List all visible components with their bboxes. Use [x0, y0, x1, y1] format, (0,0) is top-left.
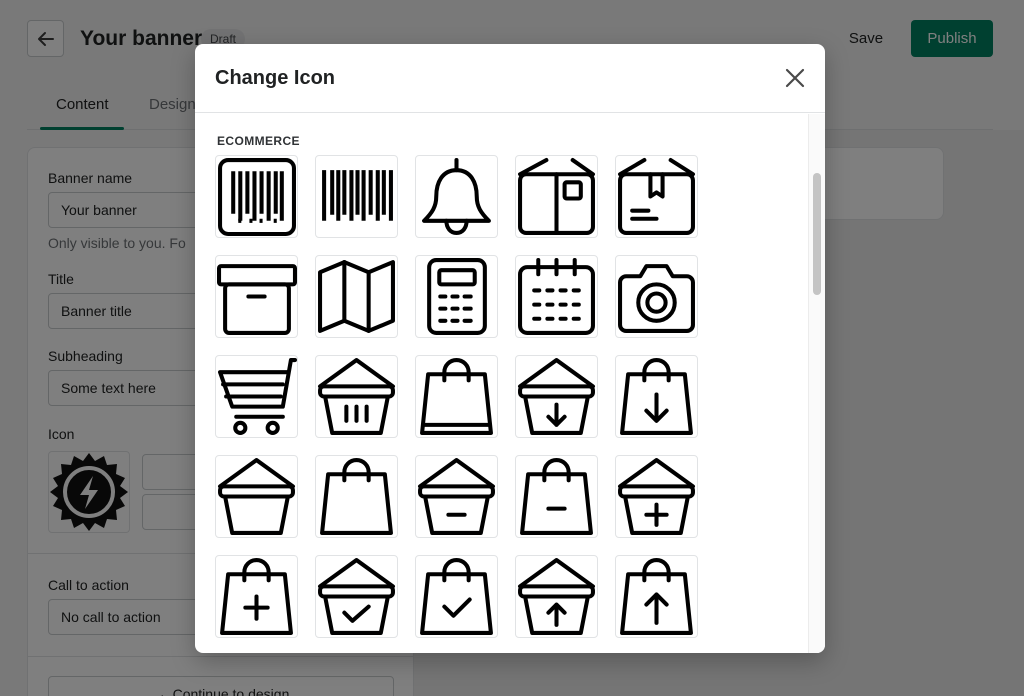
icon-option[interactable]: [415, 455, 498, 538]
bag-icon: [320, 458, 393, 535]
icon-option[interactable]: [415, 555, 498, 638]
bell-icon: [422, 158, 491, 235]
basket-minus-icon: [418, 458, 495, 535]
icon-option[interactable]: [615, 255, 698, 338]
icon-option[interactable]: [615, 555, 698, 638]
icon-option[interactable]: [315, 155, 398, 238]
map-icon: [318, 260, 395, 333]
calendar-icon: [518, 258, 595, 335]
scrollbar-thumb[interactable]: [813, 173, 821, 295]
barcode-icon: [322, 170, 393, 221]
basket-check-icon: [318, 558, 395, 635]
icon-option[interactable]: [215, 455, 298, 538]
icon-option[interactable]: [515, 455, 598, 538]
change-icon-modal: Change Icon ECOMMERCE: [195, 44, 825, 653]
icon-option[interactable]: [315, 255, 398, 338]
shopping-cart-icon: [218, 358, 297, 435]
camera-icon: [618, 264, 695, 333]
icon-option[interactable]: [615, 155, 698, 238]
package-label-icon: [618, 158, 695, 235]
icon-option[interactable]: [215, 255, 298, 338]
icon-option[interactable]: [215, 355, 298, 438]
basket-download-icon: [518, 358, 595, 435]
icon-option[interactable]: [415, 355, 498, 438]
section-heading: ECOMMERCE: [217, 134, 300, 148]
icon-option[interactable]: [315, 355, 398, 438]
icon-option[interactable]: [515, 255, 598, 338]
icon-option[interactable]: [615, 355, 698, 438]
open-box-icon: [518, 158, 595, 235]
basket-icon: [218, 458, 295, 535]
icon-option[interactable]: [415, 255, 498, 338]
archive-box-icon: [217, 264, 297, 335]
bag-plus-icon: [220, 558, 293, 635]
basket-plus-icon: [618, 458, 695, 535]
icon-option[interactable]: [215, 155, 298, 238]
bag-check-icon: [420, 558, 493, 635]
icon-option[interactable]: [315, 555, 398, 638]
barcode-boxed-icon: [218, 158, 296, 236]
icon-option[interactable]: [615, 455, 698, 538]
bag-download-icon: [620, 358, 693, 435]
icon-option[interactable]: [315, 455, 398, 538]
modal-title: Change Icon: [215, 67, 336, 89]
modal-scrollbar[interactable]: [808, 114, 825, 653]
icon-option[interactable]: [215, 555, 298, 638]
basket-upload-icon: [518, 558, 595, 635]
icon-option[interactable]: [515, 155, 598, 238]
icon-option[interactable]: [515, 555, 598, 638]
modal-header: Change Icon: [195, 44, 825, 113]
icon-grid: [215, 155, 698, 638]
icon-option[interactable]: [415, 155, 498, 238]
close-icon: [785, 68, 805, 88]
modal-body: ECOMMERCE: [195, 114, 808, 653]
calculator-icon: [427, 258, 487, 335]
close-button[interactable]: [779, 62, 811, 94]
icon-option[interactable]: [515, 355, 598, 438]
shopping-bag-icon: [420, 358, 493, 435]
basket-items-icon: [318, 358, 395, 435]
bag-upload-icon: [620, 558, 693, 635]
bag-minus-icon: [520, 458, 593, 535]
